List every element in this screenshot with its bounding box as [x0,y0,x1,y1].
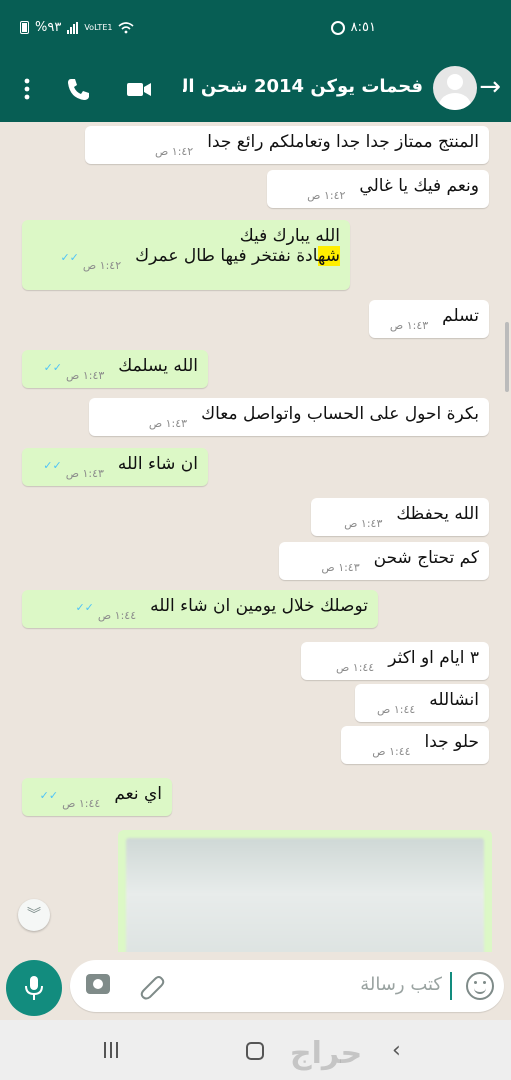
read-ticks-icon: ✓✓ [60,251,79,264]
message-text: ونعم فيك يا غالي [359,176,479,196]
read-ticks-icon: ✓✓ [43,361,63,374]
chat-area[interactable]: المنتج ممتاز جدا جدا وتعاملكم رائع جدا ١:… [0,122,511,952]
recent-apps-icon[interactable] [104,1042,118,1058]
message-bubble[interactable]: حلو جدا ١:٤٤ ص [341,726,489,764]
more-options-icon[interactable] [12,74,42,104]
message-bubble[interactable]: بكرة احول على الحساب واتواصل معاك ١:٤٣ ص [89,398,489,436]
message-time: ١:٤٣ ص [344,517,383,530]
message-time: ١:٤٤ ص [377,703,416,716]
message-text: توصلك خلال يومين ان شاء الله [150,596,368,616]
text-caret [450,972,452,1000]
status-right: ٨:٥١ [330,20,376,35]
message-time: ١:٤٤ ص [62,797,101,810]
message-bubble[interactable]: الله يحفظك ١:٤٣ ص [311,498,489,536]
image-thumbnail[interactable] [126,838,484,952]
message-time: ١:٤٤ ص [97,609,137,622]
message-text: اي نعم [114,784,162,804]
whatsapp-icon [330,20,345,35]
scrollbar[interactable] [505,322,509,392]
read-ticks-icon: ✓✓ [43,459,62,472]
message-text: ان شاء الله [117,454,198,474]
wifi-icon [118,21,134,33]
microphone-icon [25,976,43,1000]
message-text: الله يبارك فيك [239,226,340,246]
battery-level: %٩٣ [35,20,62,35]
message-bubble[interactable]: ان شاء الله ١:٤٣ ص✓✓ [22,448,208,486]
system-nav-bar: ‹ حراج [0,1020,511,1080]
double-chevron-down-icon: ︾ [27,907,41,923]
camera-icon[interactable] [86,974,110,994]
message-text: شهادة نفتخر فيها طال عمرك١:٤٢ ص✓✓ [60,246,340,272]
message-text: حلو جدا [424,732,479,752]
message-text: الله يسلمك [118,356,198,376]
message-time: ١:٤٣ ص [321,561,360,574]
image-message[interactable] [118,830,492,952]
message-bubble[interactable]: اي نعم ١:٤٤ ص✓✓ [22,778,172,816]
battery-icon [20,21,29,34]
read-ticks-icon: ✓✓ [39,789,59,802]
message-text: كم تحتاج شحن [373,548,479,568]
message-time: ١:٤٤ ص [372,745,411,758]
message-text: المنتج ممتاز جدا جدا وتعاملكم رائع جدا [207,132,479,152]
back-arrow-icon[interactable]: → [479,72,501,102]
home-icon[interactable] [246,1042,264,1060]
scroll-down-button[interactable]: ︾ [18,899,50,931]
input-placeholder: كتب رسالة [360,974,442,995]
emoji-icon[interactable] [466,972,494,1000]
avatar[interactable] [433,66,477,110]
chat-header: → فحمات يوكن 2014 شحن اليوم [0,56,511,122]
chat-title[interactable]: فحمات يوكن 2014 شحن اليوم [183,76,423,97]
message-time: ١:٤٢ ص [82,259,122,272]
message-time: ١:٤٢ ص [154,145,194,158]
message-text: ٣ ايام او اكثر [388,648,479,668]
message-text: الله يحفظك [396,504,479,524]
status-left: %٩٣ VoLTE1 [20,20,134,35]
message-text: بكرة احول على الحساب واتواصل معاك [201,404,479,424]
message-text: تسلم [442,306,479,326]
composer: كتب رسالة [0,952,511,1020]
message-bubble[interactable]: الله يبارك فيك شهادة نفتخر فيها طال عمرك… [22,220,350,290]
status-bar: %٩٣ VoLTE1 ٨:٥١ [0,0,511,56]
message-text: انشالله [429,690,479,710]
message-input[interactable]: كتب رسالة [70,960,504,1012]
message-bubble[interactable]: انشالله ١:٤٤ ص [355,684,489,722]
attach-icon[interactable] [138,972,166,1000]
phone-call-icon[interactable] [64,74,94,104]
mic-button[interactable] [6,960,62,1016]
message-bubble[interactable]: تسلم ١:٤٣ ص [369,300,489,338]
message-bubble[interactable]: ونعم فيك يا غالي ١:٤٢ ص [267,170,489,208]
signal-icon [67,21,79,34]
watermark-logo: حراج [290,1036,363,1071]
clock: ٨:٥١ [350,20,376,35]
video-call-icon[interactable] [124,74,154,104]
message-time: ١:٤٣ ص [389,319,429,332]
message-time: ١:٤٣ ص [148,417,188,430]
message-bubble[interactable]: الله يسلمك ١:٤٣ ص✓✓ [22,350,208,388]
highlighted-text: شه [317,246,340,266]
read-ticks-icon: ✓✓ [75,601,94,614]
message-bubble[interactable]: ٣ ايام او اكثر ١:٤٤ ص [301,642,489,680]
back-icon[interactable]: ‹ [392,1038,401,1063]
message-bubble[interactable]: توصلك خلال يومين ان شاء الله ١:٤٤ ص✓✓ [22,590,378,628]
network-label: VoLTE1 [84,22,113,32]
message-bubble[interactable]: كم تحتاج شحن ١:٤٣ ص [279,542,489,580]
message-time: ١:٤٣ ص [65,467,104,480]
message-bubble[interactable]: المنتج ممتاز جدا جدا وتعاملكم رائع جدا ١:… [85,126,489,164]
message-time: ١:٤٣ ص [66,369,105,382]
message-time: ١:٤٤ ص [335,661,375,674]
message-time: ١:٤٢ ص [307,189,346,202]
